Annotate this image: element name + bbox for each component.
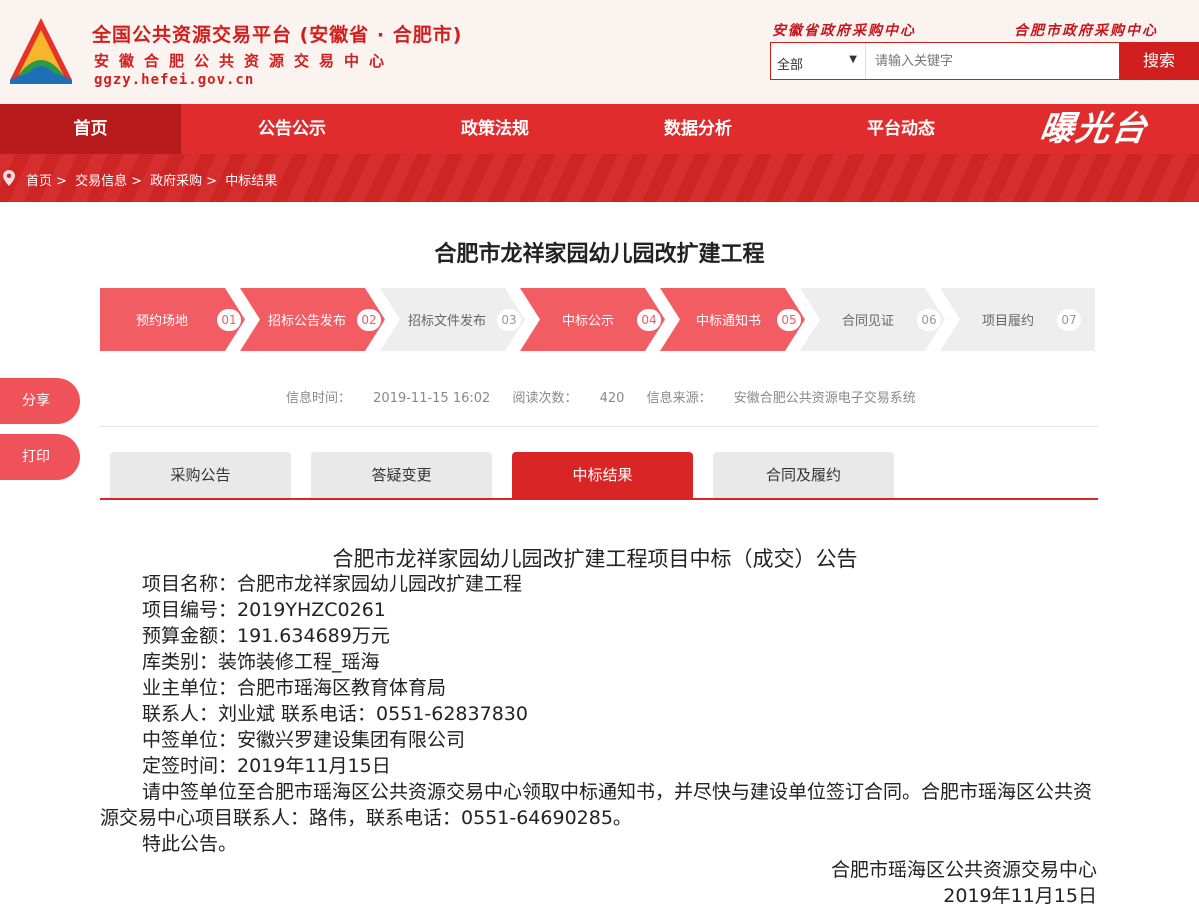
notice-line-owner: 业主单位：合肥市瑶海区教育体育局 <box>142 677 447 699</box>
notice-paragraph: 请中签单位至合肥市瑶海区公共资源交易中心领取中标通知书，并尽快与建设单位签订合同… <box>100 781 1093 829</box>
step-number: 02 <box>357 309 381 331</box>
search-box: 全部 ▼ 搜索 <box>770 42 1199 80</box>
tab-qa-changes[interactable]: 答疑变更 <box>311 452 492 498</box>
info-meta: 信息时间： 2019-11-15 16:02 阅读次数： 420 信息来源： 安… <box>286 387 916 406</box>
notice-line-sign-date: 定签时间：2019年11月15日 <box>142 755 391 777</box>
step-label: 合同见证 <box>842 314 895 329</box>
site-title: 全国公共资源交易平台 (安徽省 · 合肥市) <box>92 24 463 46</box>
divider <box>100 426 1098 427</box>
progress-steps: 预约场地 01 招标公告发布 02 招标文件发布 03 中标公示 04 中标通知… <box>100 288 1095 351</box>
step-number: 05 <box>777 309 801 331</box>
source-value: 安徽合肥公共资源电子交易系统 <box>733 391 916 406</box>
notice-line-contact: 联系人：刘业斌 联系电话：0551-62837830 <box>142 703 528 725</box>
breadcrumb-trade-info[interactable]: 交易信息 <box>75 174 127 189</box>
nav-item-announcements[interactable]: 公告公示 <box>190 104 394 154</box>
notice-title: 合肥市龙祥家园幼儿园改扩建工程项目中标（成交）公告 <box>332 547 858 571</box>
nav-item-data-analysis[interactable]: 数据分析 <box>596 104 800 154</box>
search-category-value: 全部 <box>777 58 804 73</box>
breadcrumb-bar: 首页 > 交易信息 > 政府采购 > 中标结果 <box>0 154 1199 202</box>
step-label: 中标通知书 <box>696 314 762 329</box>
search-input[interactable] <box>867 43 1117 79</box>
source-label: 信息来源： <box>646 391 712 406</box>
notice-closing: 特此公告。 <box>142 833 238 855</box>
site-domain: ggzy.hefei.gov.cn <box>94 72 255 88</box>
tab-contract-performance[interactable]: 合同及履约 <box>713 452 894 498</box>
time-value: 2019-11-15 16:02 <box>373 391 491 406</box>
breadcrumb: 首页 > 交易信息 > 政府采购 > 中标结果 <box>26 170 281 189</box>
share-button[interactable]: 分享 <box>0 378 80 424</box>
step-label: 项目履约 <box>982 314 1035 329</box>
views-value: 420 <box>599 391 625 406</box>
step-number: 03 <box>497 309 521 331</box>
breadcrumb-separator: > <box>206 174 218 189</box>
step-2: 招标公告发布 02 <box>240 288 385 351</box>
views-label: 阅读次数： <box>512 391 578 406</box>
site-subtitle: 安徽合肥公共资源交易中心 <box>94 52 395 70</box>
step-6: 合同见证 06 <box>800 288 945 351</box>
step-3: 招标文件发布 03 <box>380 288 525 351</box>
step-number: 07 <box>1057 309 1081 331</box>
page-title: 合肥市龙祥家园幼儿园改扩建工程 <box>434 242 765 267</box>
notice-line-category: 库类别：装饰装修工程_瑶海 <box>142 651 380 673</box>
tab-underline <box>100 498 1098 500</box>
breadcrumb-home[interactable]: 首页 <box>26 174 52 189</box>
notice-date: 2019年11月15日 <box>943 885 1097 907</box>
site-header: 全国公共资源交易平台 (安徽省 · 合肥市) 安徽合肥公共资源交易中心 ggzy… <box>0 0 1199 104</box>
notice-signer: 合肥市瑶海区公共资源交易中心 <box>830 859 1097 881</box>
print-button[interactable]: 打印 <box>0 434 80 480</box>
city-procurement-link[interactable]: 合肥市政府采购中心 <box>1014 20 1158 40</box>
step-label: 招标文件发布 <box>408 314 487 329</box>
province-procurement-link[interactable]: 安徽省政府采购中心 <box>772 20 916 40</box>
step-number: 04 <box>637 309 661 331</box>
search-button[interactable]: 搜索 <box>1119 42 1199 80</box>
main-nav: 首页 公告公示 政策法规 数据分析 平台动态 曝光台 <box>0 104 1199 154</box>
step-number: 06 <box>917 309 941 331</box>
exposure-platform-link[interactable]: 曝光台 <box>1037 106 1173 152</box>
step-1: 预约场地 01 <box>100 288 245 351</box>
dropdown-arrow-icon: ▼ <box>849 54 857 65</box>
time-label: 信息时间： <box>286 391 352 406</box>
tab-award-results[interactable]: 中标结果 <box>512 452 693 498</box>
step-7: 项目履约 07 <box>940 288 1095 351</box>
notice-line-budget: 预算金额：191.634689万元 <box>142 625 390 647</box>
step-4: 中标公示 04 <box>520 288 665 351</box>
breadcrumb-separator: > <box>131 174 142 189</box>
nav-item-home[interactable]: 首页 <box>0 104 181 154</box>
notice-line-project-number: 项目编号：2019YHZC0261 <box>142 599 386 621</box>
nav-item-policies[interactable]: 政策法规 <box>393 104 597 154</box>
tab-procurement-notice[interactable]: 采购公告 <box>110 452 291 498</box>
step-label: 预约场地 <box>136 314 189 329</box>
nav-item-platform-news[interactable]: 平台动态 <box>799 104 1003 154</box>
step-5: 中标通知书 05 <box>660 288 805 351</box>
breadcrumb-gov-procurement[interactable]: 政府采购 <box>150 174 202 189</box>
notice-line-project-name: 项目名称：合肥市龙祥家园幼儿园改扩建工程 <box>142 573 523 595</box>
search-category-select[interactable]: 全部 ▼ <box>771 43 866 79</box>
location-pin-icon <box>3 170 15 186</box>
step-label: 中标公示 <box>562 314 615 329</box>
notice-line-winner: 中签单位：安徽兴罗建设集团有限公司 <box>142 729 466 751</box>
breadcrumb-separator: > <box>56 174 67 189</box>
breadcrumb-award-results[interactable]: 中标结果 <box>225 174 277 189</box>
step-label: 招标公告发布 <box>268 314 347 329</box>
logo-icon[interactable] <box>6 14 76 88</box>
step-number: 01 <box>217 309 241 331</box>
